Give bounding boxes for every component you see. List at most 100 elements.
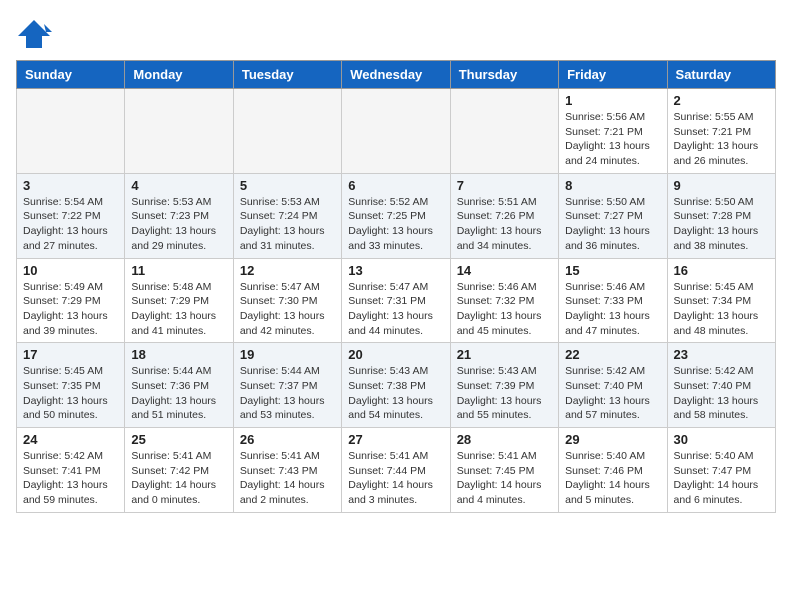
calendar-cell: 4Sunrise: 5:53 AM Sunset: 7:23 PM Daylig… <box>125 173 233 258</box>
day-number: 20 <box>348 347 443 362</box>
day-info: Sunrise: 5:49 AM Sunset: 7:29 PM Dayligh… <box>23 280 118 339</box>
day-info: Sunrise: 5:46 AM Sunset: 7:33 PM Dayligh… <box>565 280 660 339</box>
day-number: 27 <box>348 432 443 447</box>
calendar-cell: 9 Sunrise: 5:50 AM Sunset: 7:28 PM Daylig… <box>667 173 775 258</box>
calendar-cell: 15 Sunrise: 5:46 AM Sunset: 7:33 PM Dayli… <box>559 258 667 343</box>
calendar-week-2: 3 Sunrise: 5:54 AM Sunset: 7:22 PM Daylig… <box>17 173 776 258</box>
day-info: Sunrise: 5:50 AM Sunset: 7:28 PM Dayligh… <box>674 195 769 254</box>
day-number: 18 <box>131 347 226 362</box>
day-number: 8 <box>565 178 660 193</box>
calendar-cell: 19 Sunrise: 5:44 AM Sunset: 7:37 PM Dayli… <box>233 343 341 428</box>
calendar-cell: 7Sunrise: 5:51 AM Sunset: 7:26 PM Daylig… <box>450 173 558 258</box>
day-info: Sunrise: 5:53 AM Sunset: 7:23 PM Dayligh… <box>131 195 226 254</box>
calendar-cell: 30 Sunrise: 5:40 AM Sunset: 7:47 PM Dayli… <box>667 428 775 513</box>
day-number: 9 <box>674 178 769 193</box>
col-header-thursday: Thursday <box>450 61 558 89</box>
day-number: 14 <box>457 263 552 278</box>
calendar-cell: 25 Sunrise: 5:41 AM Sunset: 7:42 PM Dayli… <box>125 428 233 513</box>
calendar-cell <box>342 89 450 174</box>
col-header-friday: Friday <box>559 61 667 89</box>
calendar-cell: 27 Sunrise: 5:41 AM Sunset: 7:44 PM Dayli… <box>342 428 450 513</box>
day-number: 21 <box>457 347 552 362</box>
calendar-cell: 3 Sunrise: 5:54 AM Sunset: 7:22 PM Daylig… <box>17 173 125 258</box>
day-info: Sunrise: 5:55 AM Sunset: 7:21 PM Dayligh… <box>674 110 769 169</box>
calendar-header-row: SundayMondayTuesdayWednesdayThursdayFrid… <box>17 61 776 89</box>
day-number: 30 <box>674 432 769 447</box>
calendar-table: SundayMondayTuesdayWednesdayThursdayFrid… <box>16 60 776 513</box>
logo <box>16 16 54 52</box>
day-info: Sunrise: 5:41 AM Sunset: 7:42 PM Dayligh… <box>131 449 226 508</box>
day-number: 1 <box>565 93 660 108</box>
day-info: Sunrise: 5:52 AM Sunset: 7:25 PM Dayligh… <box>348 195 443 254</box>
day-number: 5 <box>240 178 335 193</box>
day-info: Sunrise: 5:40 AM Sunset: 7:46 PM Dayligh… <box>565 449 660 508</box>
day-number: 11 <box>131 263 226 278</box>
day-number: 15 <box>565 263 660 278</box>
day-number: 16 <box>674 263 769 278</box>
calendar-cell: 6 Sunrise: 5:52 AM Sunset: 7:25 PM Daylig… <box>342 173 450 258</box>
col-header-sunday: Sunday <box>17 61 125 89</box>
calendar-cell: 13 Sunrise: 5:47 AM Sunset: 7:31 PM Dayli… <box>342 258 450 343</box>
day-info: Sunrise: 5:42 AM Sunset: 7:40 PM Dayligh… <box>565 364 660 423</box>
calendar-cell: 26Sunrise: 5:41 AM Sunset: 7:43 PM Dayli… <box>233 428 341 513</box>
day-info: Sunrise: 5:46 AM Sunset: 7:32 PM Dayligh… <box>457 280 552 339</box>
day-info: Sunrise: 5:53 AM Sunset: 7:24 PM Dayligh… <box>240 195 335 254</box>
day-info: Sunrise: 5:45 AM Sunset: 7:35 PM Dayligh… <box>23 364 118 423</box>
day-number: 25 <box>131 432 226 447</box>
calendar-cell: 12 Sunrise: 5:47 AM Sunset: 7:30 PM Dayli… <box>233 258 341 343</box>
day-info: Sunrise: 5:51 AM Sunset: 7:26 PM Dayligh… <box>457 195 552 254</box>
col-header-tuesday: Tuesday <box>233 61 341 89</box>
day-info: Sunrise: 5:42 AM Sunset: 7:41 PM Dayligh… <box>23 449 118 508</box>
day-info: Sunrise: 5:45 AM Sunset: 7:34 PM Dayligh… <box>674 280 769 339</box>
day-info: Sunrise: 5:54 AM Sunset: 7:22 PM Dayligh… <box>23 195 118 254</box>
col-header-monday: Monday <box>125 61 233 89</box>
day-number: 10 <box>23 263 118 278</box>
page-header <box>16 16 776 52</box>
day-number: 3 <box>23 178 118 193</box>
calendar-cell: 18 Sunrise: 5:44 AM Sunset: 7:36 PM Dayli… <box>125 343 233 428</box>
calendar-cell: 24Sunrise: 5:42 AM Sunset: 7:41 PM Dayli… <box>17 428 125 513</box>
day-info: Sunrise: 5:41 AM Sunset: 7:43 PM Dayligh… <box>240 449 335 508</box>
calendar-cell <box>125 89 233 174</box>
day-number: 2 <box>674 93 769 108</box>
calendar-cell: 14 Sunrise: 5:46 AM Sunset: 7:32 PM Dayli… <box>450 258 558 343</box>
col-header-wednesday: Wednesday <box>342 61 450 89</box>
calendar-cell <box>233 89 341 174</box>
day-info: Sunrise: 5:42 AM Sunset: 7:40 PM Dayligh… <box>674 364 769 423</box>
logo-icon <box>16 16 52 52</box>
day-number: 13 <box>348 263 443 278</box>
day-number: 12 <box>240 263 335 278</box>
day-info: Sunrise: 5:41 AM Sunset: 7:45 PM Dayligh… <box>457 449 552 508</box>
calendar-cell: 17Sunrise: 5:45 AM Sunset: 7:35 PM Dayli… <box>17 343 125 428</box>
calendar-cell: 1Sunrise: 5:56 AM Sunset: 7:21 PM Daylig… <box>559 89 667 174</box>
day-info: Sunrise: 5:44 AM Sunset: 7:36 PM Dayligh… <box>131 364 226 423</box>
calendar-cell: 23 Sunrise: 5:42 AM Sunset: 7:40 PM Dayli… <box>667 343 775 428</box>
day-number: 6 <box>348 178 443 193</box>
calendar-cell <box>17 89 125 174</box>
calendar-cell: 8Sunrise: 5:50 AM Sunset: 7:27 PM Daylig… <box>559 173 667 258</box>
day-info: Sunrise: 5:47 AM Sunset: 7:31 PM Dayligh… <box>348 280 443 339</box>
calendar-cell: 22 Sunrise: 5:42 AM Sunset: 7:40 PM Dayli… <box>559 343 667 428</box>
calendar-cell: 20Sunrise: 5:43 AM Sunset: 7:38 PM Dayli… <box>342 343 450 428</box>
calendar-cell <box>450 89 558 174</box>
calendar-cell: 5 Sunrise: 5:53 AM Sunset: 7:24 PM Daylig… <box>233 173 341 258</box>
calendar-cell: 2 Sunrise: 5:55 AM Sunset: 7:21 PM Daylig… <box>667 89 775 174</box>
calendar-week-4: 17Sunrise: 5:45 AM Sunset: 7:35 PM Dayli… <box>17 343 776 428</box>
day-number: 29 <box>565 432 660 447</box>
calendar-cell: 21 Sunrise: 5:43 AM Sunset: 7:39 PM Dayli… <box>450 343 558 428</box>
day-info: Sunrise: 5:48 AM Sunset: 7:29 PM Dayligh… <box>131 280 226 339</box>
day-info: Sunrise: 5:43 AM Sunset: 7:39 PM Dayligh… <box>457 364 552 423</box>
day-number: 22 <box>565 347 660 362</box>
day-number: 23 <box>674 347 769 362</box>
calendar-cell: 28 Sunrise: 5:41 AM Sunset: 7:45 PM Dayli… <box>450 428 558 513</box>
day-number: 19 <box>240 347 335 362</box>
calendar-cell: 16 Sunrise: 5:45 AM Sunset: 7:34 PM Dayli… <box>667 258 775 343</box>
day-info: Sunrise: 5:44 AM Sunset: 7:37 PM Dayligh… <box>240 364 335 423</box>
calendar-cell: 29 Sunrise: 5:40 AM Sunset: 7:46 PM Dayli… <box>559 428 667 513</box>
day-info: Sunrise: 5:40 AM Sunset: 7:47 PM Dayligh… <box>674 449 769 508</box>
calendar-week-5: 24Sunrise: 5:42 AM Sunset: 7:41 PM Dayli… <box>17 428 776 513</box>
day-info: Sunrise: 5:41 AM Sunset: 7:44 PM Dayligh… <box>348 449 443 508</box>
day-number: 28 <box>457 432 552 447</box>
day-info: Sunrise: 5:47 AM Sunset: 7:30 PM Dayligh… <box>240 280 335 339</box>
calendar-week-1: 1Sunrise: 5:56 AM Sunset: 7:21 PM Daylig… <box>17 89 776 174</box>
